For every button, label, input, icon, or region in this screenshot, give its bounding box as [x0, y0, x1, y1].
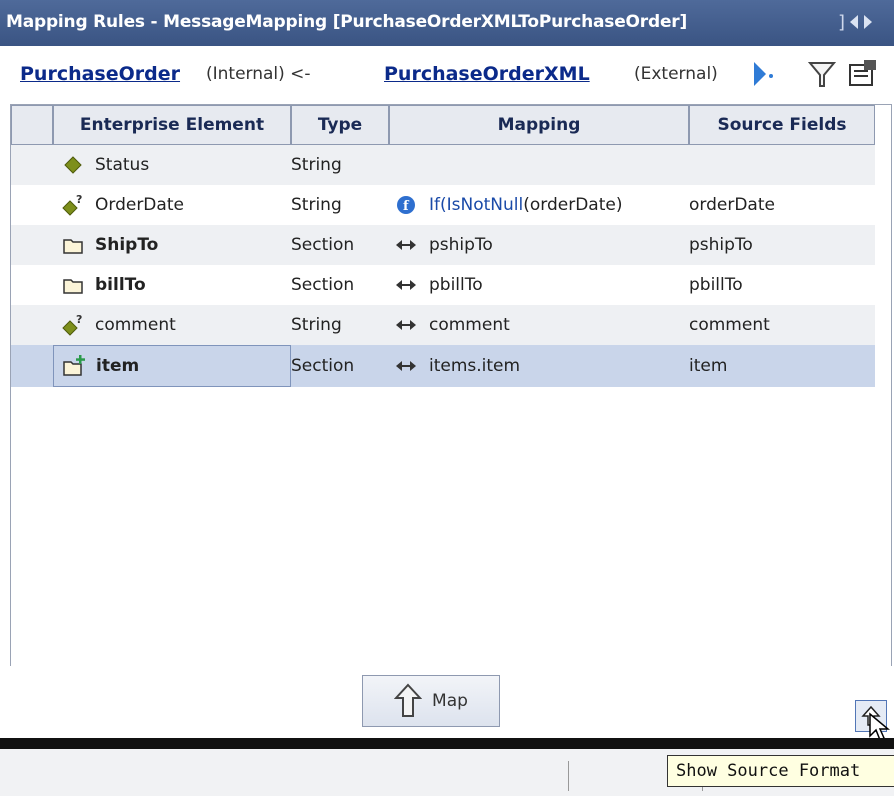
up-arrow-icon — [394, 683, 423, 717]
type-cell: String — [291, 145, 389, 185]
source-link[interactable]: PurchaseOrderXML — [384, 63, 590, 85]
map-button[interactable]: Map — [362, 675, 500, 727]
swap-icon[interactable]: ] — [836, 9, 876, 35]
folder-add-icon — [63, 355, 85, 376]
type-cell: Section — [291, 225, 389, 265]
table-row[interactable]: ? comment String comment comment — [11, 305, 875, 345]
mapping-header: PurchaseOrder (Internal) <- PurchaseOrde… — [0, 46, 894, 106]
filter-icon[interactable] — [808, 58, 836, 90]
element-name: OrderDate — [95, 195, 184, 215]
element-cell[interactable]: item — [53, 345, 291, 387]
element-cell[interactable]: ShipTo — [53, 225, 291, 265]
mapping-text: pshipTo — [429, 235, 493, 255]
table-row[interactable]: billTo Section pbillTo pbillTo — [11, 265, 875, 305]
function-args: (orderDate) — [523, 195, 623, 215]
target-link[interactable]: PurchaseOrder — [20, 63, 180, 85]
source-cell: pbillTo — [689, 275, 743, 295]
mapping-cell[interactable]: pshipTo — [389, 225, 689, 265]
table-row-selected[interactable]: item Section items.item item — [11, 345, 875, 387]
folder-icon — [63, 279, 83, 294]
table-row[interactable]: ShipTo Section pshipTo pshipTo — [11, 225, 875, 265]
status-divider — [568, 761, 569, 791]
mapping-grid-panel: Enterprise Element Type Mapping Source F… — [10, 104, 892, 667]
source-cell: pshipTo — [689, 225, 875, 265]
element-cell[interactable]: Status — [53, 145, 291, 185]
mapping-text: pbillTo — [429, 275, 483, 295]
mapping-cell[interactable]: comment — [389, 305, 689, 345]
mapping-cell[interactable]: items.item — [389, 345, 689, 387]
window-titlebar: Mapping Rules - MessageMapping [Purchase… — [0, 0, 894, 46]
row-selector-header — [11, 105, 53, 145]
element-cell[interactable]: billTo — [53, 265, 291, 305]
svg-text:]: ] — [838, 12, 845, 33]
function-if[interactable]: If( — [429, 195, 447, 215]
window-title: Mapping Rules - MessageMapping [Purchase… — [6, 12, 688, 32]
type-cell: Section — [291, 345, 389, 387]
source-cell: orderDate — [689, 195, 775, 215]
svg-text:?: ? — [76, 193, 82, 206]
element-name: item — [96, 356, 140, 376]
mapping-cell[interactable]: pbillTo — [389, 265, 689, 305]
mapping-text: comment — [429, 315, 510, 335]
element-name: ShipTo — [95, 235, 159, 255]
table-row[interactable]: ? OrderDate String f If(IsNotNull(orderD… — [11, 185, 875, 225]
type-cell: String — [291, 195, 342, 215]
element-cell[interactable]: ? comment — [53, 305, 291, 345]
direct-map-icon — [396, 280, 416, 290]
row-selector[interactable] — [11, 345, 53, 387]
row-selector[interactable] — [11, 145, 53, 185]
element-name: billTo — [95, 275, 146, 295]
source-cell: item — [689, 345, 875, 387]
direct-map-icon — [396, 240, 416, 250]
properties-icon[interactable] — [847, 58, 879, 90]
mapping-table: Enterprise Element Type Mapping Source F… — [11, 105, 875, 387]
element-name: Status — [95, 155, 150, 175]
svg-text:?: ? — [76, 313, 82, 326]
diamond-optional-icon: ? — [62, 313, 82, 336]
tooltip: Show Source Format — [667, 755, 894, 787]
row-selector[interactable] — [11, 185, 53, 225]
diamond-icon — [64, 156, 82, 174]
source-cell: comment — [689, 305, 875, 345]
splitter-bar[interactable] — [0, 738, 894, 749]
direct-map-icon — [396, 320, 416, 330]
column-enterprise-element[interactable]: Enterprise Element — [53, 105, 291, 145]
function-isnotnull[interactable]: IsNotNull — [447, 195, 524, 215]
mapping-cell[interactable] — [389, 145, 689, 185]
row-selector[interactable] — [11, 225, 53, 265]
direct-map-icon — [396, 361, 416, 371]
mapping-cell[interactable]: f If(IsNotNull(orderDate) — [389, 185, 689, 225]
mapping-text: items.item — [429, 356, 521, 376]
source-note: (External) — [634, 64, 718, 84]
type-cell: Section — [291, 275, 355, 295]
row-selector[interactable] — [11, 305, 53, 345]
folder-icon — [63, 239, 83, 254]
target-note: (Internal) <- — [206, 64, 311, 84]
column-source-fields[interactable]: Source Fields — [689, 105, 875, 145]
map-button-label: Map — [432, 691, 468, 711]
type-cell: String — [291, 305, 389, 345]
column-mapping[interactable]: Mapping — [389, 105, 689, 145]
row-selector[interactable] — [11, 265, 53, 305]
arrow-dropdown-icon[interactable] — [750, 58, 778, 90]
diamond-optional-icon: ? — [62, 193, 82, 216]
table-row[interactable]: Status String — [11, 145, 875, 185]
element-cell[interactable]: ? OrderDate — [53, 185, 291, 225]
element-name: comment — [95, 315, 176, 335]
function-icon: f — [397, 196, 415, 214]
column-type[interactable]: Type — [291, 105, 389, 145]
source-cell — [689, 145, 875, 185]
